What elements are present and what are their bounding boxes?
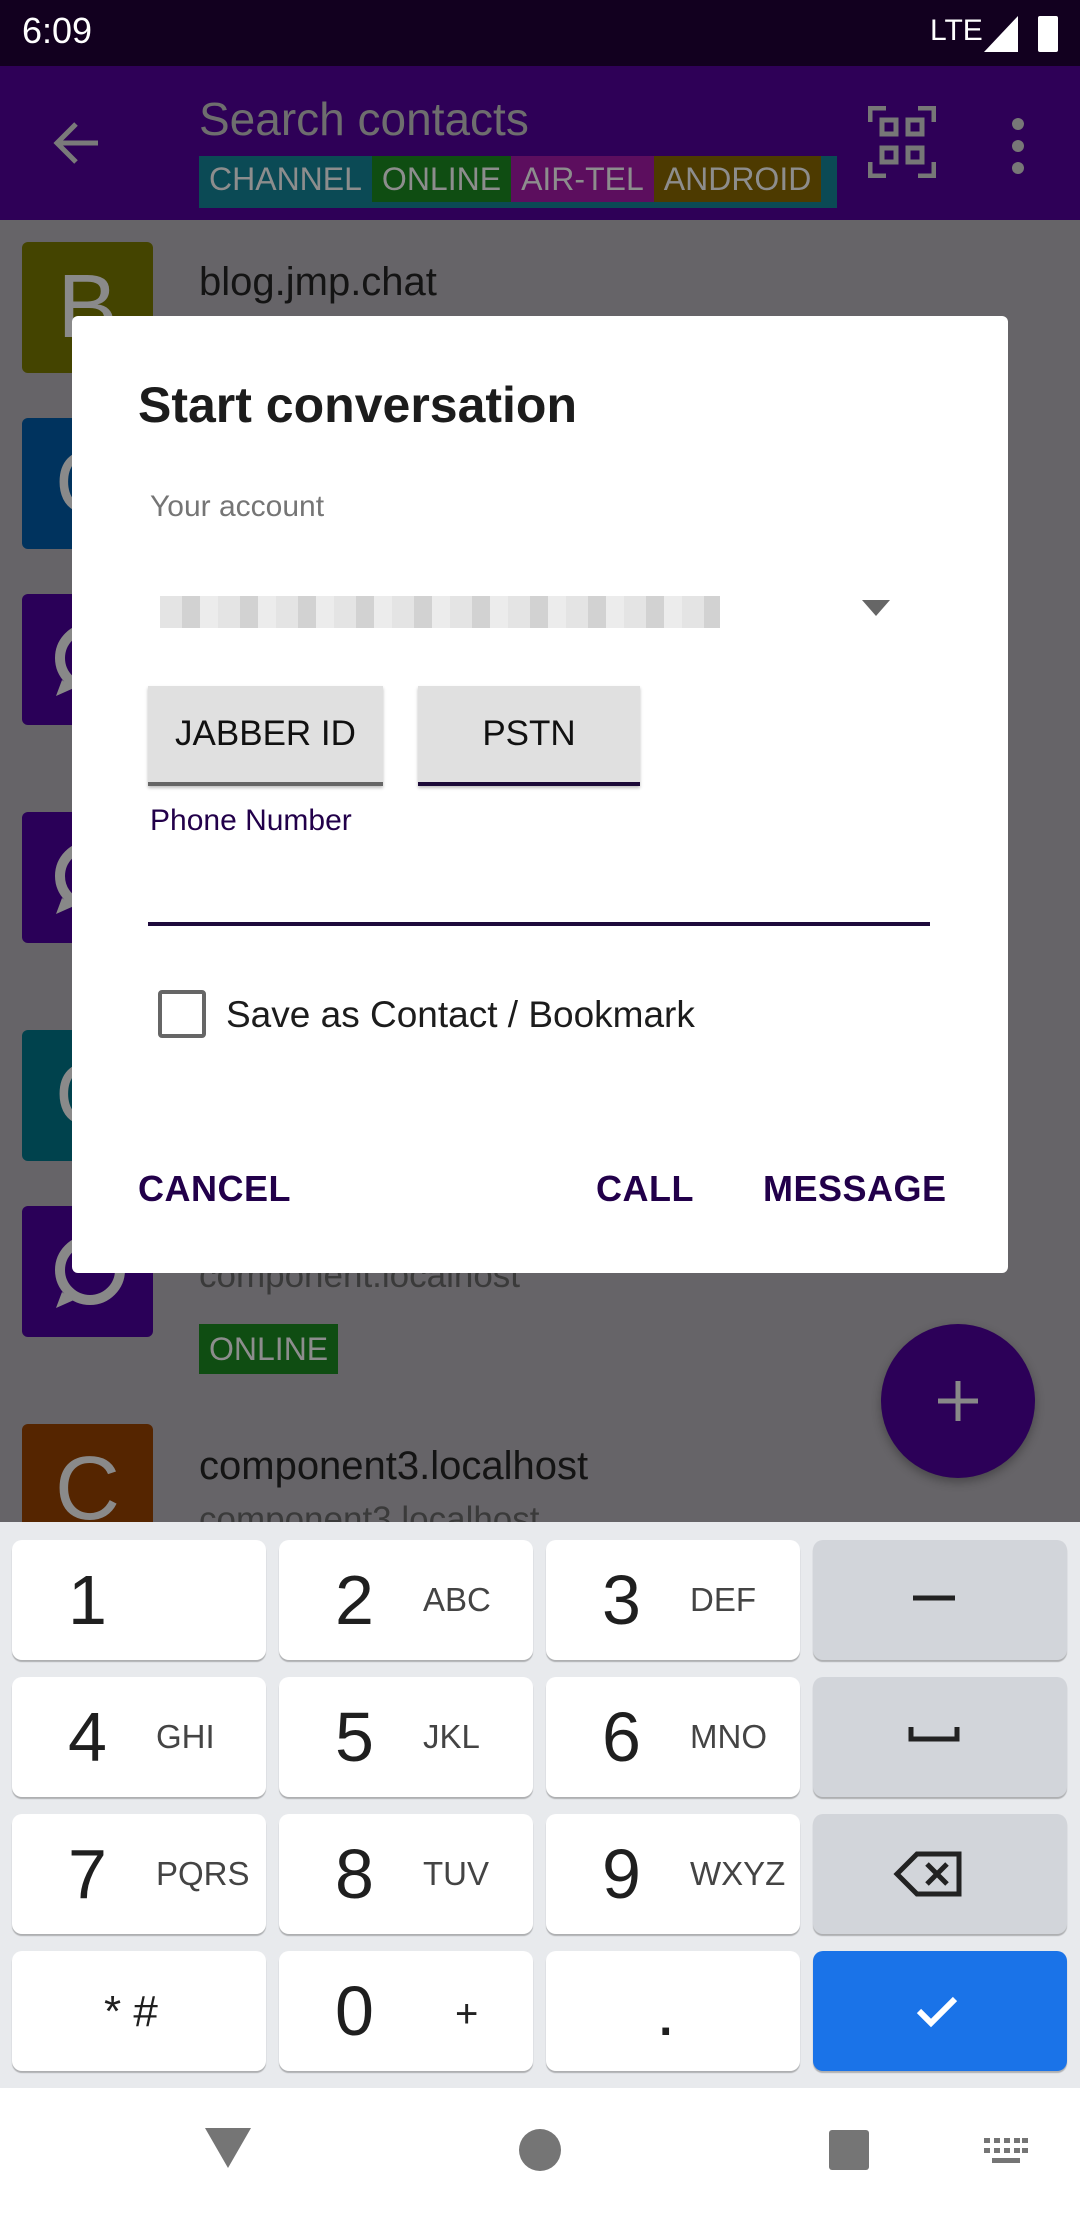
phone-number-input[interactable] xyxy=(148,856,930,926)
key-6[interactable]: 6 MNO xyxy=(546,1677,800,1797)
tag-filter-android[interactable]: ANDROID xyxy=(653,156,822,202)
contact-avatar[interactable]: C xyxy=(22,1424,153,1522)
minus-icon xyxy=(913,1595,955,1601)
key-period[interactable]: . xyxy=(546,1951,800,2071)
contact-jid: component3.localhost xyxy=(199,1500,540,1522)
phone-number-label: Phone Number xyxy=(150,804,352,837)
network-label: LTE xyxy=(930,14,983,47)
tag-filter-online[interactable]: ONLINE xyxy=(371,156,512,202)
space-icon xyxy=(908,1727,960,1742)
tag-filter-bar[interactable]: CHANNEL ONLINE AIR-TEL ANDROID xyxy=(199,156,837,208)
key-letters: ABC xyxy=(423,1581,491,1618)
key-1[interactable]: 1 xyxy=(12,1540,266,1660)
key-number: 5 xyxy=(335,1698,374,1776)
start-conversation-dialog: Start conversation Your account JABBER I… xyxy=(72,316,1008,1273)
numeric-keyboard: 1 2 ABC 3 DEF 4 GHI 5 JKL 6 MNO 7 PQRS 8 TUV 9 WXYZ * #0 +… xyxy=(0,1522,1080,2088)
key-minus[interactable] xyxy=(813,1540,1067,1660)
key-number: 4 xyxy=(68,1698,107,1776)
back-nav-icon[interactable] xyxy=(205,2128,251,2168)
key-7[interactable]: 7 PQRS xyxy=(12,1814,266,1934)
key-number: 1 xyxy=(68,1561,107,1639)
key-number: 6 xyxy=(602,1698,641,1776)
dropdown-arrow-icon[interactable] xyxy=(862,600,890,616)
key-letters: GHI xyxy=(156,1718,215,1755)
tag-filter-air-tel[interactable]: AIR-TEL xyxy=(511,156,654,202)
save-contact-checkbox[interactable] xyxy=(158,990,206,1038)
back-arrow-icon[interactable] xyxy=(52,118,102,168)
key-number: * # xyxy=(104,1987,158,2036)
recents-nav-icon[interactable] xyxy=(829,2130,869,2170)
key-backspace[interactable] xyxy=(813,1814,1067,1934)
app-bar: Search contacts CHANNEL ONLINE AIR-TEL ANDR… xyxy=(0,66,1080,220)
status-badge: ONLINE xyxy=(199,1324,339,1374)
key-9[interactable]: 9 WXYZ xyxy=(546,1814,800,1934)
key-5[interactable]: 5 JKL xyxy=(279,1677,533,1797)
message-button[interactable]: MESSAGE xyxy=(763,1168,947,1210)
battery-icon xyxy=(1038,16,1058,52)
key-letters: MNO xyxy=(690,1718,767,1755)
key-star-hash[interactable]: * # xyxy=(12,1951,266,2071)
navigation-bar xyxy=(0,2088,1080,2220)
qr-code-icon[interactable] xyxy=(868,106,936,178)
call-button[interactable]: CALL xyxy=(596,1168,694,1210)
key-letters: TUV xyxy=(423,1855,489,1892)
status-bar: 6:09 LTE xyxy=(0,0,1080,66)
key-number: 9 xyxy=(602,1835,641,1913)
key-0[interactable]: 0 + xyxy=(279,1951,533,2071)
key-letters: WXYZ xyxy=(690,1855,786,1892)
dialog-title: Start conversation xyxy=(138,377,578,433)
key-number: 2 xyxy=(335,1561,374,1639)
key-letters: PQRS xyxy=(156,1855,250,1892)
tag-filter-channel[interactable]: CHANNEL xyxy=(199,156,372,202)
backspace-icon xyxy=(893,1851,962,1897)
key-letters: + xyxy=(455,1992,479,2036)
more-vert-icon[interactable] xyxy=(1008,116,1028,176)
home-nav-icon[interactable] xyxy=(518,2128,562,2172)
status-time: 6:09 xyxy=(22,10,93,51)
cancel-button[interactable]: CANCEL xyxy=(138,1168,291,1210)
key-2[interactable]: 2 ABC xyxy=(279,1540,533,1660)
key-done[interactable] xyxy=(813,1951,1067,2071)
plus-icon xyxy=(938,1381,978,1421)
key-number: 8 xyxy=(335,1835,374,1913)
key-3[interactable]: 3 DEF xyxy=(546,1540,800,1660)
key-space[interactable] xyxy=(813,1677,1067,1797)
toggle-jabber-id[interactable]: JABBER ID xyxy=(148,686,383,786)
key-number: 3 xyxy=(602,1561,641,1639)
search-input[interactable]: Search contacts xyxy=(199,92,529,146)
done-icon xyxy=(916,1996,958,2028)
key-letters: JKL xyxy=(423,1718,480,1755)
toggle-pstn[interactable]: PSTN xyxy=(418,686,640,786)
fab-add-button[interactable] xyxy=(881,1324,1035,1478)
contact-name[interactable]: component3.localhost xyxy=(199,1444,588,1489)
key-letters: DEF xyxy=(690,1581,756,1618)
contact-name[interactable]: blog.jmp.chat xyxy=(199,260,437,305)
key-4[interactable]: 4 GHI xyxy=(12,1677,266,1797)
keyboard-switch-icon[interactable] xyxy=(984,2138,1028,2166)
account-value-blurred[interactable] xyxy=(160,596,720,628)
key-number: . xyxy=(656,1972,676,2050)
account-label: Your account xyxy=(150,490,325,523)
signal-icon xyxy=(984,16,1018,52)
key-8[interactable]: 8 TUV xyxy=(279,1814,533,1934)
key-number: 0 xyxy=(335,1972,374,2050)
save-contact-label[interactable]: Save as Contact / Bookmark xyxy=(226,994,695,1036)
key-number: 7 xyxy=(68,1835,107,1913)
